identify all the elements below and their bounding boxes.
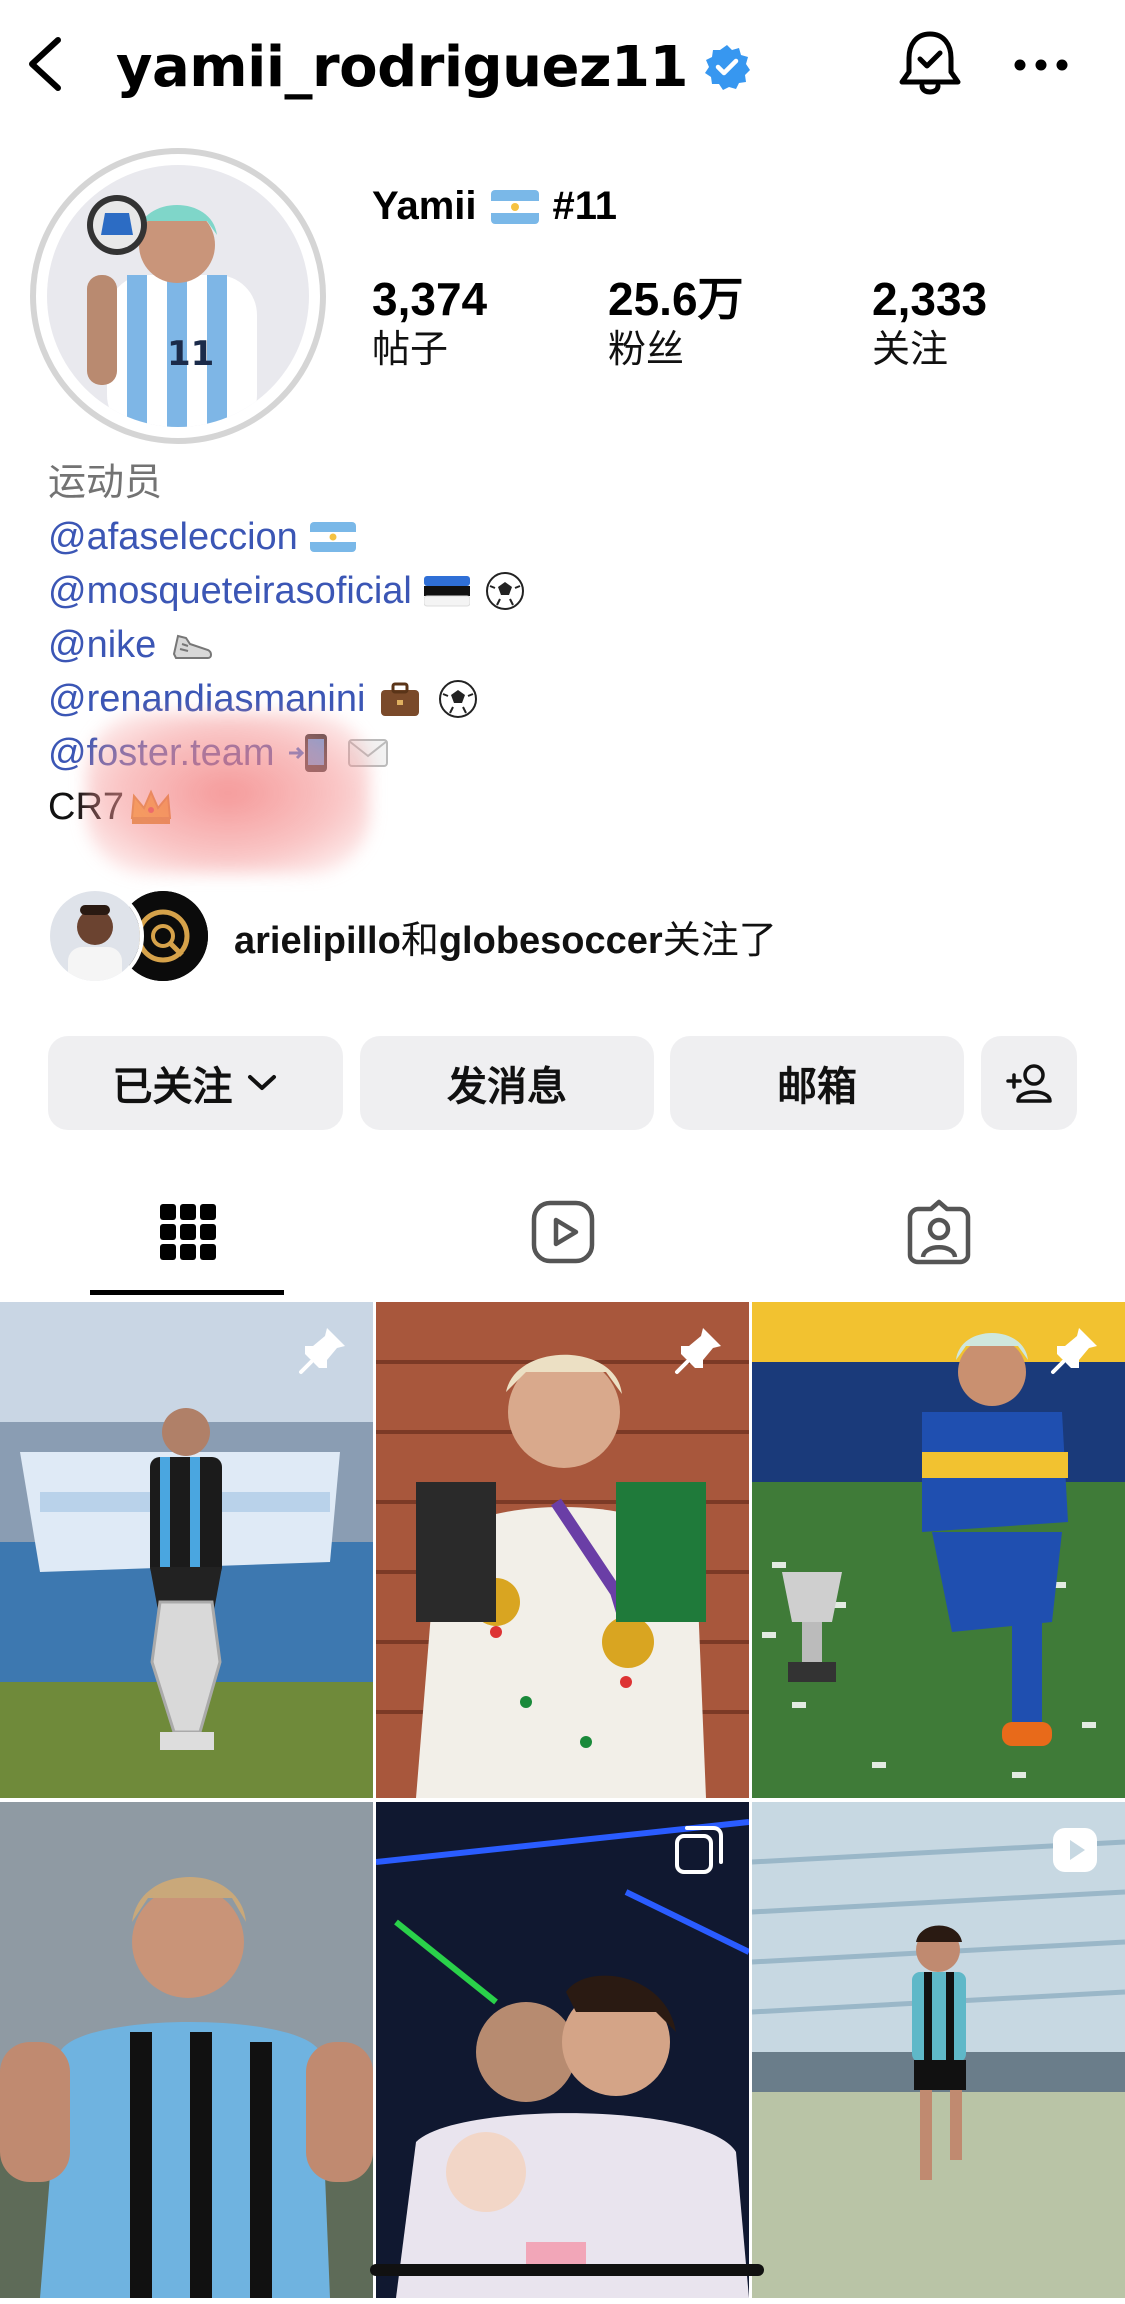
- pin-icon: [675, 1328, 721, 1374]
- argentina-flag-icon: [309, 522, 356, 552]
- posts-count: 3,374: [372, 273, 488, 325]
- carousel-icon: [675, 1826, 723, 1874]
- top-bar: yamii_rodriguez11: [0, 0, 1125, 132]
- username-header: yamii_rodriguez11: [116, 30, 752, 104]
- message-label: 发消息: [447, 1065, 567, 1109]
- tab-tagged[interactable]: [903, 1196, 975, 1268]
- grid-icon: [160, 1204, 216, 1260]
- jersey-number: #11: [552, 184, 618, 228]
- grid-post-4[interactable]: [0, 1802, 373, 2298]
- bio-link-mosqueteirasoficial[interactable]: @mosqueteirasoficial: [48, 564, 528, 618]
- home-indicator[interactable]: [370, 2264, 764, 2276]
- grid-post-5[interactable]: [376, 1802, 749, 2298]
- email-label: 邮箱: [777, 1065, 857, 1109]
- followers-count: 25.6万: [608, 273, 744, 325]
- notification-bell-button[interactable]: [896, 28, 964, 100]
- back-button[interactable]: [22, 34, 66, 94]
- mutual-followers[interactable]: arielipillo和globesoccer关注了: [46, 886, 777, 986]
- add-person-icon: [1006, 1064, 1052, 1103]
- tab-posts-grid[interactable]: [152, 1196, 224, 1268]
- briefcase-icon: [381, 682, 420, 716]
- mutual-user-2[interactable]: globesoccer: [439, 920, 663, 962]
- pin-icon: [1051, 1328, 1097, 1374]
- posts-label: 帖子: [372, 329, 449, 371]
- tab-reels[interactable]: [527, 1196, 599, 1268]
- conjunction: 和: [400, 919, 439, 962]
- grid-post-1[interactable]: [0, 1302, 373, 1798]
- display-name-text: Yamii: [372, 184, 477, 228]
- bio-link-afaseleccion[interactable]: @afaseleccion: [48, 510, 528, 564]
- pin-icon: [299, 1328, 345, 1374]
- grid-post-6[interactable]: [752, 1802, 1125, 2298]
- followers-label: 粉丝: [608, 329, 685, 371]
- following-label: 已关注: [112, 1065, 233, 1109]
- profile-avatar[interactable]: 11: [30, 148, 326, 444]
- svg-text:11: 11: [167, 334, 214, 374]
- grid-post-2[interactable]: [376, 1302, 749, 1798]
- more-horizontal-icon: [1014, 59, 1068, 71]
- following-stat[interactable]: 2,333 关注: [872, 272, 987, 374]
- message-button[interactable]: 发消息: [360, 1036, 654, 1130]
- active-tab-indicator: [90, 1290, 284, 1295]
- bio-link-text: @afaseleccion: [48, 516, 298, 558]
- followers-stat[interactable]: 25.6万 粉丝: [608, 272, 744, 374]
- mutual-avatar-1: [46, 887, 144, 985]
- soccer-ball-icon: [439, 680, 478, 718]
- followed-suffix: 关注了: [662, 919, 777, 962]
- more-options-button[interactable]: [1012, 50, 1070, 80]
- reel-play-icon: [1053, 1828, 1097, 1872]
- tagged-icon: [907, 1199, 971, 1265]
- bio-category: 运动员: [48, 462, 163, 504]
- soccer-ball-icon: [485, 572, 524, 610]
- suggested-users-button[interactable]: [981, 1036, 1077, 1130]
- bell-check-icon: [899, 31, 961, 95]
- reels-icon: [531, 1200, 595, 1264]
- following-label: 关注: [872, 329, 949, 371]
- chevron-down-icon: [247, 1075, 276, 1090]
- following-count: 2,333: [872, 273, 988, 325]
- mutual-followers-text: arielipillo和globesoccer关注了: [234, 909, 777, 964]
- verified-badge-icon: [704, 45, 750, 90]
- argentina-flag-icon: [490, 189, 539, 224]
- estonia-flag-icon: [423, 576, 470, 607]
- username: yamii_rodriguez11: [116, 34, 688, 100]
- bio-link-text: @mosqueteirasoficial: [48, 570, 412, 612]
- grid-post-3[interactable]: [752, 1302, 1125, 1798]
- avatar-image: 11: [47, 165, 309, 427]
- bio-link-nike[interactable]: @nike: [48, 618, 528, 672]
- profile-tabs: [0, 1170, 1125, 1300]
- posts-stat[interactable]: 3,374 帖子: [372, 272, 487, 374]
- sneaker-icon: [173, 634, 213, 659]
- mutual-user-1[interactable]: arielipillo: [234, 920, 401, 962]
- redaction-overlay: [86, 712, 370, 874]
- following-button[interactable]: 已关注: [48, 1036, 343, 1130]
- display-name: Yamii #11: [372, 184, 617, 229]
- bio-link-text: @nike: [48, 624, 157, 666]
- chevron-left-icon: [29, 37, 61, 91]
- email-button[interactable]: 邮箱: [670, 1036, 964, 1130]
